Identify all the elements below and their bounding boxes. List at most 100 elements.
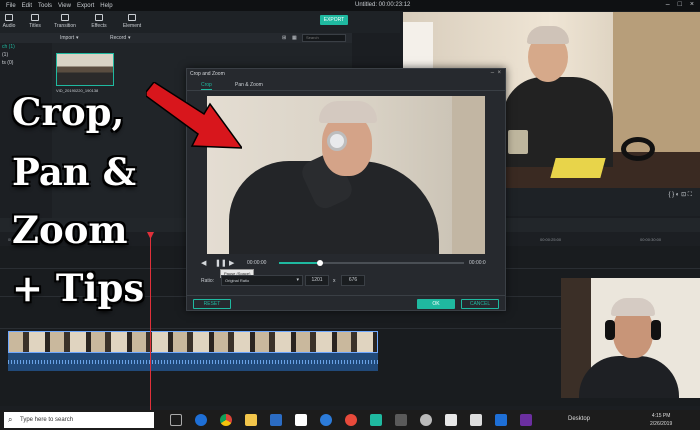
media-bar: Import ▾ Record ▾ ⊞ ▦ Search xyxy=(0,33,352,43)
tab-transition[interactable]: Transition xyxy=(50,14,80,29)
os-taskbar: ⌕ Type here to search Desktop 4:15 PM 2/… xyxy=(0,410,700,430)
store-icon[interactable] xyxy=(270,414,282,426)
step-back-icon[interactable]: ◀ xyxy=(201,259,206,267)
timecode-start: 00:00:00 xyxy=(247,260,267,266)
menu-tools[interactable]: Tools xyxy=(38,3,52,9)
crop-image-cup xyxy=(327,131,347,151)
clock-time: 4:15 PM xyxy=(651,413,671,419)
app-icon[interactable] xyxy=(495,414,507,426)
tab-element[interactable]: Element xyxy=(117,14,147,29)
dialog-title: Crop and Zoom xyxy=(190,71,225,77)
app-icon[interactable] xyxy=(520,414,532,426)
dialog-playbar: ◀ ❚❚ ▶ 00:00:00 00:00:0 xyxy=(197,258,497,268)
effects-icon xyxy=(95,14,103,21)
headphones-icon xyxy=(605,320,615,340)
ratio-label: Ratio: xyxy=(201,278,215,284)
audio-clip[interactable] xyxy=(8,353,378,371)
filmora-icon[interactable] xyxy=(370,414,382,426)
scrubber-knob[interactable] xyxy=(316,260,323,266)
ruler-label: 00:00:30:00 xyxy=(640,237,662,242)
crop-preview-image[interactable] xyxy=(207,96,485,254)
audio-waveform xyxy=(8,360,378,364)
height-field[interactable]: 676 xyxy=(341,275,365,286)
menu-help[interactable]: Help xyxy=(100,3,112,9)
tab-titles-label: Titles xyxy=(29,23,41,29)
media-clip-thumbnail[interactable] xyxy=(56,53,114,86)
menu-edit[interactable]: Edit xyxy=(22,3,32,9)
file-explorer-icon[interactable] xyxy=(245,414,257,426)
tab-element-label: Element xyxy=(122,23,142,29)
headline-line: Zoom xyxy=(12,208,128,252)
ratio-select-value: Original Ratio xyxy=(225,278,250,283)
playhead-line[interactable] xyxy=(150,234,151,410)
taskbar-search-input[interactable]: ⌕ Type here to search xyxy=(4,412,154,428)
task-view-icon[interactable] xyxy=(170,414,182,426)
media-search-input[interactable]: Search xyxy=(302,34,346,42)
folder-item[interactable]: ts (0) xyxy=(0,59,52,67)
app-icon[interactable] xyxy=(445,414,457,426)
grid-view-icon[interactable]: ▦ xyxy=(292,35,297,41)
headphones-icon xyxy=(651,320,661,340)
export-button[interactable]: EXPORT xyxy=(320,15,348,25)
filter-icon[interactable]: ⊞ xyxy=(282,35,286,41)
microphone-icon[interactable] xyxy=(420,414,432,426)
app-icon[interactable] xyxy=(295,414,307,426)
close-icon[interactable]: × xyxy=(497,70,501,76)
music-icon xyxy=(5,14,13,21)
minimize-icon[interactable]: – xyxy=(666,1,670,8)
chevron-down-icon: ▾ xyxy=(296,277,299,283)
preview-controls-icons[interactable]: { } ◐ ⊡ ⛶ xyxy=(668,191,692,199)
width-field[interactable]: 1201 xyxy=(305,275,329,286)
import-dropdown[interactable]: Import xyxy=(60,35,74,41)
ratio-select[interactable]: Original Ratio ▾ xyxy=(221,275,303,286)
menu-bar: File Edit Tools View Export Help Untitle… xyxy=(0,0,700,11)
taskbar-search-placeholder: Type here to search xyxy=(20,417,74,423)
window-controls: – □ × xyxy=(666,1,694,8)
preview-headphones xyxy=(621,137,655,161)
headline-line: Crop, xyxy=(12,90,125,134)
play-icon[interactable]: ▶ xyxy=(229,259,234,267)
ratio-row: Ratio: Original Ratio ▾ 1201 x 676 xyxy=(201,275,501,287)
import-chevron-icon[interactable]: ▾ xyxy=(76,35,79,41)
tab-transition-label: Transition xyxy=(54,23,76,29)
dialog-scrubber[interactable] xyxy=(279,260,464,266)
webcam-person-cap xyxy=(611,298,655,316)
desktop-toolbar-label[interactable]: Desktop xyxy=(568,416,590,422)
close-icon[interactable]: × xyxy=(690,1,694,8)
record-chevron-icon[interactable]: ▾ xyxy=(128,35,131,41)
record-dropdown[interactable]: Record xyxy=(110,35,126,41)
video-clip[interactable] xyxy=(8,331,378,353)
menu-export[interactable]: Export xyxy=(77,3,94,9)
chrome-icon[interactable] xyxy=(220,414,232,426)
menu-file[interactable]: File xyxy=(6,3,16,9)
cancel-button[interactable]: CANCEL xyxy=(461,299,499,309)
preview-mug xyxy=(508,130,528,154)
tab-audio-label: Audio xyxy=(2,23,16,29)
ok-button[interactable]: OK xyxy=(417,299,455,309)
maximize-icon[interactable]: □ xyxy=(678,1,682,8)
taskbar-clock[interactable]: 4:15 PM 2/26/2019 xyxy=(650,412,672,428)
pause-icon[interactable]: ❚❚ xyxy=(215,259,227,267)
reset-button[interactable]: RESET xyxy=(193,299,231,309)
app-icon[interactable] xyxy=(345,414,357,426)
headline-line: + Tips xyxy=(12,266,145,310)
app-icon[interactable] xyxy=(470,414,482,426)
search-icon: ⌕ xyxy=(8,415,13,424)
tab-titles[interactable]: Titles xyxy=(20,14,50,29)
headline-line: Pan & xyxy=(12,150,136,194)
text-icon xyxy=(31,14,39,21)
folder-item[interactable]: ch (1) xyxy=(0,43,52,51)
minimize-icon[interactable]: – xyxy=(491,70,494,76)
app-icon[interactable] xyxy=(395,414,407,426)
dialog-window-controls: – × xyxy=(491,70,501,76)
app-icon[interactable] xyxy=(320,414,332,426)
menu-view[interactable]: View xyxy=(58,3,71,9)
dimension-separator: x xyxy=(333,278,336,284)
tab-effects[interactable]: Effects xyxy=(84,14,114,29)
edge-icon[interactable] xyxy=(195,414,207,426)
red-arrow-icon xyxy=(146,82,242,149)
folder-item[interactable]: (1) xyxy=(0,51,52,59)
tab-effects-label: Effects xyxy=(91,23,107,29)
ruler-label: 00:00:25:00 xyxy=(540,237,562,242)
scrubber-fill xyxy=(279,262,320,264)
